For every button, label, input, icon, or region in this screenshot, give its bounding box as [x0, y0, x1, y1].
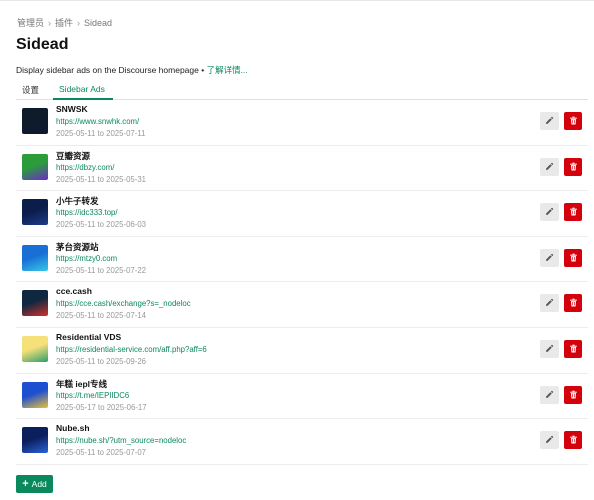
breadcrumb-item-plugins[interactable]: 插件 [55, 16, 73, 29]
edit-button[interactable] [540, 157, 559, 176]
ad-date-range: 2025-05-17 to 2025-06-17 [56, 402, 147, 412]
trash-icon [569, 203, 578, 221]
breadcrumb-item-admin[interactable]: 管理员 [17, 16, 44, 29]
ad-thumbnail [22, 153, 48, 180]
delete-button[interactable] [564, 157, 582, 176]
pencil-icon [545, 112, 554, 130]
plus-icon: + [22, 477, 29, 490]
ad-thumbnail [22, 244, 48, 271]
delete-button[interactable] [564, 248, 582, 267]
edit-button[interactable] [540, 339, 559, 358]
trash-icon [569, 112, 578, 130]
ad-row: 茅台资源站 https://mtzy0.com 2025-05-11 to 2025… [16, 237, 588, 283]
ad-list: SNWSK https://www.snwhk.com/2025-05-11 to… [16, 100, 588, 465]
ad-thumbnail [22, 427, 48, 454]
learn-more-link[interactable]: 了解详情... [207, 65, 248, 75]
ad-name: 豆瓣资源 [56, 150, 91, 161]
delete-button[interactable] [564, 294, 582, 313]
ad-url-link[interactable]: https://nube.sh/?utm_source=nodeloc [56, 436, 186, 445]
pencil-icon [545, 294, 554, 312]
chevron-right-icon: › [77, 17, 81, 28]
ad-thumbnail [22, 108, 48, 134]
ad-url-link[interactable]: https://t.me/IEPIIDC6 [56, 391, 129, 400]
breadcrumb: 管理员 › 插件 › Sidead [17, 16, 112, 29]
delete-button[interactable] [564, 203, 582, 222]
delete-button[interactable] [564, 431, 582, 450]
ad-date-range: 2025-05-11 to 2025-07-14 [56, 311, 147, 321]
ad-row: 年糕 iepl专线 https://t.me/IEPIIDC6 2025-05-17… [16, 374, 588, 420]
ad-row: 豆瓣资源 https://dbzy.com/2025-05-11 to 2025-… [16, 146, 588, 192]
edit-button[interactable] [540, 294, 559, 313]
ad-url-link[interactable]: https://cce.cash/exchange?s=_nodeloc [56, 299, 191, 308]
trash-icon [569, 249, 578, 267]
ad-date-range: 2025-05-11 to 2025-07-07 [56, 448, 147, 458]
add-button-label: Add [31, 479, 47, 489]
ad-date-range: 2025-05-11 to 2025-05-31 [56, 174, 147, 184]
tab-bar: 设置 Sidebar Ads [16, 81, 588, 100]
trash-icon [569, 158, 578, 176]
pencil-icon [545, 386, 554, 404]
pencil-icon [545, 249, 554, 267]
delete-button[interactable] [564, 339, 582, 358]
ad-row: Nube.sh https://nube.sh/?utm_source=nodel… [16, 419, 588, 465]
ad-url-link[interactable]: https://www.snwhk.com/ [56, 117, 139, 126]
ad-row: Residential VDS https://residential-servi… [16, 328, 588, 374]
tab-sidebar-ads[interactable]: Sidebar Ads [53, 81, 113, 100]
chevron-right-icon: › [48, 17, 52, 28]
ad-name: Nube.sh [56, 423, 90, 434]
delete-button[interactable] [564, 112, 582, 130]
ad-url-link[interactable]: https://dbzy.com/ [56, 163, 114, 172]
ad-url-link[interactable]: https://mtzy0.com [56, 254, 117, 263]
pencil-icon [545, 158, 554, 176]
ad-date-range: 2025-05-11 to 2025-07-22 [56, 265, 147, 275]
trash-icon [569, 386, 578, 404]
ad-name: 小牛子转发 [56, 196, 99, 207]
ad-date-range: 2025-05-11 to 2025-06-03 [56, 220, 147, 230]
edit-button[interactable] [540, 431, 559, 450]
trash-icon [569, 340, 578, 358]
ad-name: SNWSK [56, 104, 88, 114]
edit-button[interactable] [540, 112, 559, 130]
breadcrumb-item-sidead: Sidead [84, 17, 113, 28]
trash-icon [569, 431, 578, 449]
ad-date-range: 2025-05-11 to 2025-07-11 [56, 129, 146, 138]
ad-date-range: 2025-05-11 to 2025-09-26 [56, 356, 147, 366]
edit-button[interactable] [540, 203, 559, 222]
page-title: Sidead [16, 36, 69, 53]
ad-thumbnail [22, 290, 48, 317]
trash-icon [569, 294, 578, 312]
ad-thumbnail [22, 335, 48, 362]
ad-name: Residential VDS [56, 331, 122, 342]
plugin-description: Display sidebar ads on the Discourse hom… [16, 64, 248, 76]
edit-button[interactable] [540, 248, 559, 267]
ad-thumbnail [22, 381, 48, 408]
ad-name: 年糕 iepl专线 [56, 378, 108, 389]
pencil-icon [545, 431, 554, 449]
pencil-icon [545, 340, 554, 358]
tab-settings[interactable]: 设置 [16, 81, 47, 100]
edit-button[interactable] [540, 385, 559, 404]
add-button[interactable]: + Add [16, 475, 53, 493]
header-divider [0, 0, 594, 4]
ad-row: SNWSK https://www.snwhk.com/2025-05-11 to… [16, 100, 588, 146]
description-text: Display sidebar ads on the Discourse hom… [16, 65, 207, 75]
ad-url-link[interactable]: https://idc333.top/ [56, 208, 118, 217]
ad-name: cce.cash [56, 286, 92, 297]
ad-row: 小牛子转发 https://idc333.top/2025-05-11 to 20… [16, 191, 588, 237]
ad-thumbnail [22, 199, 48, 226]
ad-url-link[interactable]: https://residential-service.com/aff.php?… [56, 345, 207, 354]
ad-row: cce.cash https://cce.cash/exchange?s=_nod… [16, 282, 588, 328]
pencil-icon [545, 203, 554, 221]
delete-button[interactable] [564, 385, 582, 404]
ad-name: 茅台资源站 [56, 241, 99, 252]
